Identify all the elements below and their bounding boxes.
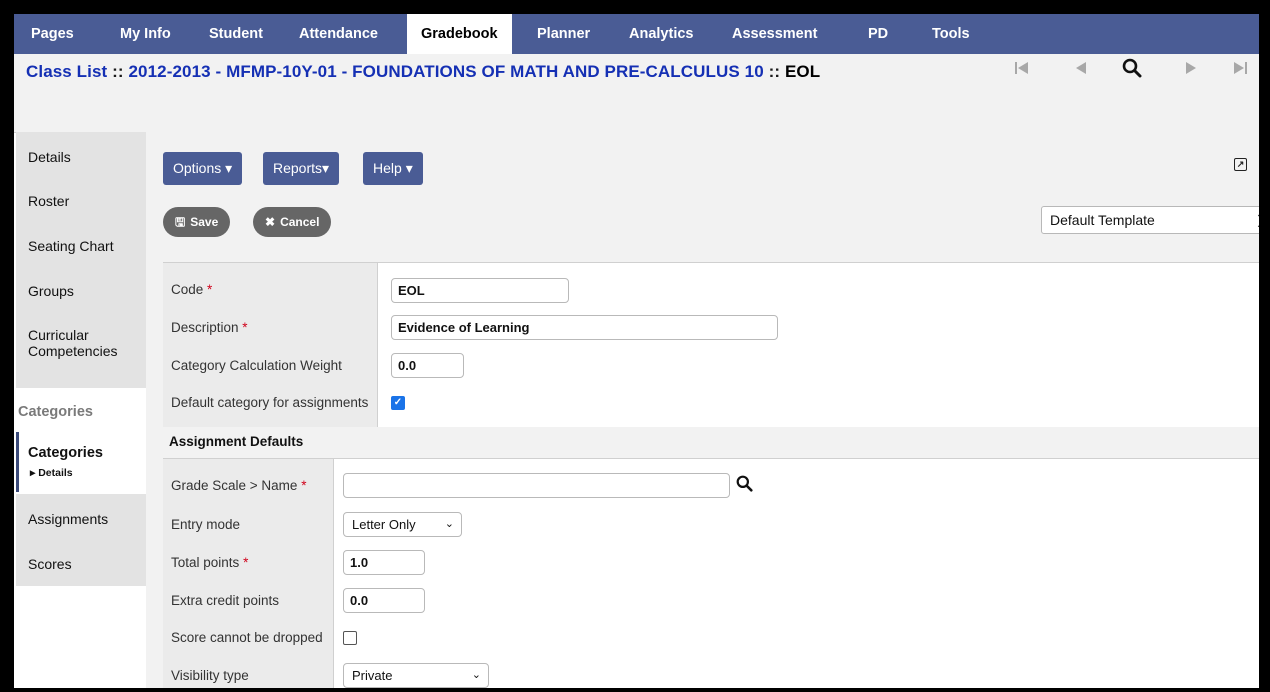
default-category-label: Default category for assignments <box>171 395 369 410</box>
grade-scale-search-icon[interactable] <box>736 475 753 497</box>
page-title: Class List :: 2012-2013 - MFMP-10Y-01 - … <box>26 62 820 82</box>
template-select[interactable]: Default Template ❯ <box>1041 206 1259 234</box>
nav-tab-my-info[interactable]: My Info <box>120 14 171 54</box>
total-points-label: Total points * <box>171 555 249 570</box>
sidebar-item-details[interactable]: Details <box>28 149 71 165</box>
title-course: 2012-2013 - MFMP-10Y-01 - FOUNDATIONS OF… <box>128 62 764 81</box>
caret-down-icon: ▾ <box>405 160 413 176</box>
description-label: Description * <box>171 320 248 335</box>
visibility-value: Private <box>352 668 393 683</box>
sidebar-active-label: Categories <box>28 445 103 461</box>
title-prefix: Class List <box>26 62 108 81</box>
nav-tab-assessment[interactable]: Assessment <box>732 14 817 54</box>
weight-label: Category Calculation Weight <box>171 358 342 373</box>
options-button[interactable]: Options ▾ <box>163 152 243 185</box>
chevron-down-icon: ⌄ <box>471 669 481 681</box>
grade-scale-field[interactable] <box>343 473 730 498</box>
entry-mode-select[interactable]: Letter Only ⌄ <box>343 512 462 537</box>
category-form: Code * EOL Description * Evidence of Lea… <box>163 262 1259 427</box>
weight-field[interactable]: 0.0 <box>391 353 464 378</box>
next-record-icon[interactable] <box>1184 60 1198 80</box>
sidebar: Details Roster Seating Chart Groups Curr… <box>16 132 149 688</box>
nav-tab-analytics[interactable]: Analytics <box>629 14 693 54</box>
sidebar-item-assignments[interactable]: Assignments <box>28 511 108 527</box>
title-separator: :: <box>107 62 129 81</box>
description-field[interactable]: Evidence of Learning <box>391 315 778 340</box>
close-icon: ✖ <box>265 215 276 229</box>
default-category-checkbox[interactable]: ✓ <box>391 396 405 410</box>
cancel-button[interactable]: ✖ Cancel <box>253 207 332 237</box>
code-field[interactable]: EOL <box>391 278 569 303</box>
options-label: Options <box>173 160 222 176</box>
sidebar-item-curricular-competencies[interactable]: Curricular Competencies <box>28 327 138 359</box>
caret-down-icon: ▾ <box>225 160 233 176</box>
sidebar-bottom-block <box>16 494 146 586</box>
drop-score-label: Score cannot be dropped <box>171 630 323 645</box>
nav-tab-attendance[interactable]: Attendance <box>299 14 378 54</box>
entry-mode-value: Letter Only <box>352 517 416 532</box>
nav-tab-planner[interactable]: Planner <box>537 14 590 54</box>
reports-button[interactable]: Reports▾ <box>263 152 340 185</box>
total-points-field[interactable]: 1.0 <box>343 550 425 575</box>
save-button[interactable]: 🖫 Save <box>163 207 231 237</box>
prev-record-icon[interactable] <box>1074 60 1088 80</box>
reports-label: Reports <box>273 160 323 176</box>
sidebar-item-scores[interactable]: Scores <box>28 556 72 572</box>
title-separator-2: :: <box>763 62 785 81</box>
template-select-value: Default Template <box>1050 212 1155 228</box>
app-window: Pages My Info Student Attendance Gradebo… <box>14 14 1259 688</box>
nav-tab-student[interactable]: Student <box>209 14 263 54</box>
sidebar-item-categories-active[interactable]: Categories ▸ Details <box>16 432 149 492</box>
assignment-defaults-form: Grade Scale > Name * Entry mode Letter O… <box>163 458 1259 688</box>
cancel-label: Cancel <box>280 215 320 229</box>
nav-tab-pd[interactable]: PD <box>868 14 888 54</box>
first-record-icon[interactable] <box>1014 60 1030 80</box>
chevron-down-icon: ⌄ <box>444 518 454 530</box>
entry-mode-label: Entry mode <box>171 517 241 532</box>
sidebar-item-roster[interactable]: Roster <box>28 193 69 209</box>
sidebar-active-sub-details[interactable]: ▸ Details <box>30 467 73 479</box>
assignment-defaults-heading: Assignment Defaults <box>169 434 304 449</box>
main-content: Options ▾ Reports▾ Help ▾ ↗ 🖫 Save ✖ Cance… <box>146 132 1259 688</box>
sidebar-item-seating-chart[interactable]: Seating Chart <box>28 238 114 254</box>
sidebar-item-groups[interactable]: Groups <box>28 283 74 299</box>
top-nav: Pages My Info Student Attendance Gradebo… <box>14 14 1259 54</box>
code-label: Code * <box>171 282 213 297</box>
visibility-select[interactable]: Private ⌄ <box>343 663 489 688</box>
assignment-label-column <box>163 459 334 688</box>
caret-down-icon: ▾ <box>322 160 330 176</box>
help-button[interactable]: Help ▾ <box>363 152 423 185</box>
floppy-icon: 🖫 <box>175 215 186 229</box>
extra-credit-label: Extra credit points <box>171 593 280 608</box>
popout-icon[interactable]: ↗ <box>1234 158 1247 171</box>
chevron-down-icon: ❯ <box>1256 207 1259 233</box>
nav-tab-tools[interactable]: Tools <box>932 14 970 54</box>
title-record: EOL <box>784 62 821 81</box>
extra-credit-field[interactable]: 0.0 <box>343 588 425 613</box>
search-icon[interactable] <box>1122 58 1142 83</box>
drop-score-checkbox[interactable] <box>343 631 357 645</box>
help-label: Help <box>373 160 402 176</box>
grade-scale-label: Grade Scale > Name * <box>171 478 307 493</box>
nav-tab-pages[interactable]: Pages <box>31 14 74 54</box>
save-label: Save <box>190 215 219 229</box>
visibility-label: Visibility type <box>171 668 249 683</box>
nav-tab-gradebook[interactable]: Gradebook <box>407 14 512 54</box>
sidebar-section-categories: Categories <box>18 404 93 420</box>
last-record-icon[interactable] <box>1232 60 1248 80</box>
